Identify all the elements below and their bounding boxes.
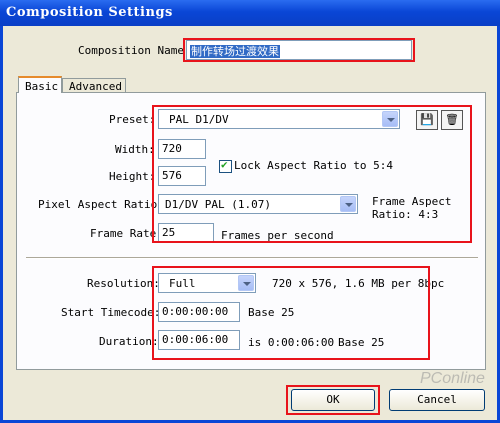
divider xyxy=(26,257,478,259)
composition-name-label: Composition Name: xyxy=(78,44,191,57)
title-bar[interactable]: Composition Settings xyxy=(0,0,500,26)
height-label: Height: xyxy=(109,170,156,183)
highlight-ok-button xyxy=(286,385,380,415)
resolution-label: Resolution: xyxy=(87,277,160,290)
start-timecode-label: Start Timecode: xyxy=(61,306,161,319)
width-label: Width: xyxy=(115,143,155,156)
pixel-aspect-label: Pixel Aspect Ratio: xyxy=(38,198,164,211)
window-title: Composition Settings xyxy=(6,5,173,20)
highlight-composition-name xyxy=(183,38,415,62)
cancel-button[interactable]: Cancel xyxy=(389,389,485,411)
preset-label: Preset: xyxy=(109,113,156,126)
watermark-text: PConline xyxy=(420,370,485,387)
highlight-format-settings xyxy=(152,105,472,243)
tab-basic[interactable]: Basic xyxy=(18,76,62,93)
highlight-time-settings xyxy=(152,266,430,360)
tab-advanced[interactable]: Advanced xyxy=(62,78,126,93)
duration-label: Duration: xyxy=(99,335,159,348)
